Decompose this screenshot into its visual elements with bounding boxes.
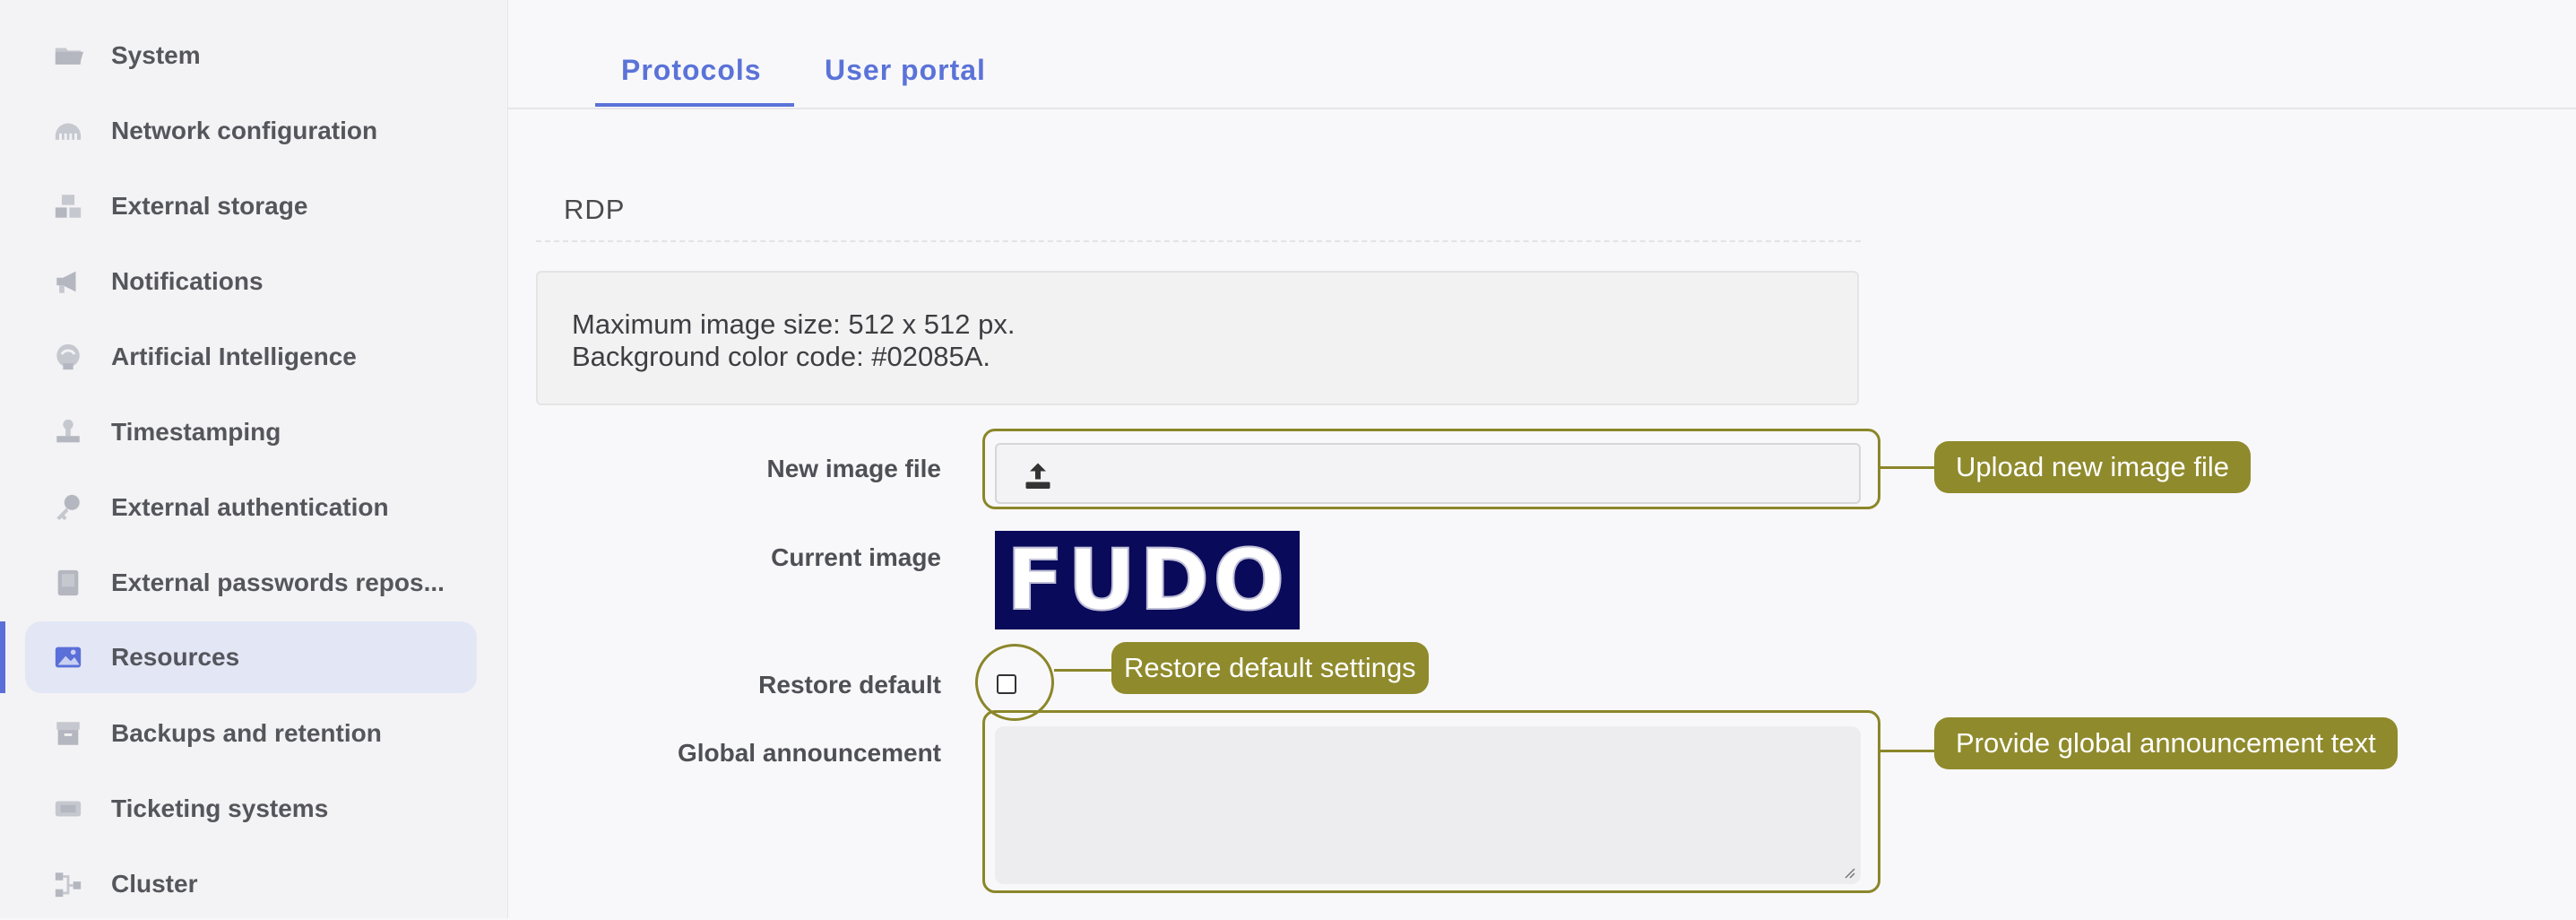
sidebar-item-label: Resources	[111, 643, 240, 671]
sidebar-item-artificial-intelligence[interactable]: Artificial Intelligence	[25, 321, 477, 393]
highlight-upload	[982, 429, 1880, 509]
sidebar-item-label: System	[111, 41, 201, 69]
section-divider	[536, 240, 1861, 242]
sidebar-item-label: Backups and retention	[111, 719, 382, 747]
sidebar-item-external-passwords[interactable]: External passwords repos...	[25, 547, 477, 619]
new-image-label: New image file	[766, 455, 941, 482]
info-line: Maximum image size: 512 x 512 px.	[572, 308, 1016, 340]
callout-restore: Restore default settings	[1111, 642, 1429, 694]
sidebar-item-timestamping[interactable]: Timestamping	[25, 396, 477, 468]
vault-icon	[52, 567, 84, 599]
active-tab-underline	[595, 103, 794, 107]
sidebar-item-label: External passwords repos...	[111, 568, 445, 596]
current-image-logo-text: FUDO	[1006, 531, 1289, 630]
connector-upload	[1880, 466, 1936, 469]
connector-announcement	[1880, 750, 1936, 752]
callout-upload: Upload new image file	[1934, 441, 2252, 493]
sidebar-item-label: External authentication	[111, 493, 389, 521]
connector-restore	[1054, 669, 1115, 672]
cluster-icon	[52, 868, 84, 900]
restore-default-label: Restore default	[758, 671, 941, 699]
sidebar-item-label: Cluster	[111, 870, 198, 898]
sidebar-item-system[interactable]: System	[25, 20, 477, 91]
folder-icon	[52, 39, 84, 72]
sidebar-item-notifications[interactable]: Notifications	[25, 246, 477, 317]
current-image-preview: FUDO	[995, 531, 1300, 630]
archive-icon	[52, 717, 84, 750]
sidebar-item-label: External storage	[111, 192, 308, 220]
current-image-label: Current image	[771, 543, 941, 571]
sidebar-item-label: Notifications	[111, 267, 264, 295]
sidebar: System Network configuration External st…	[0, 0, 508, 918]
sidebar-item-resources[interactable]: Resources	[25, 621, 477, 693]
ticket-icon	[52, 793, 84, 825]
sidebar-item-label: Network configuration	[111, 117, 378, 144]
sidebar-item-label: Artificial Intelligence	[111, 343, 357, 370]
global-announcement-label: Global announcement	[677, 739, 941, 767]
sidebar-item-ticketing[interactable]: Ticketing systems	[25, 773, 477, 845]
sidebar-item-external-authentication[interactable]: External authentication	[25, 472, 477, 543]
network-icon	[52, 115, 84, 147]
image-icon	[52, 641, 84, 673]
sidebar-item-label: Ticketing systems	[111, 794, 329, 822]
sidebar-item-backups[interactable]: Backups and retention	[25, 698, 477, 769]
sidebar-item-network-configuration[interactable]: Network configuration	[25, 95, 477, 167]
tab-user-portal[interactable]: User portal	[825, 54, 986, 87]
stamp-icon	[52, 416, 84, 448]
tab-protocols[interactable]: Protocols	[621, 54, 762, 87]
megaphone-icon	[52, 265, 84, 298]
brain-icon	[52, 341, 84, 373]
highlight-announcement	[982, 710, 1880, 893]
info-line: Background color code: #02085A.	[572, 341, 991, 372]
section-title: RDP	[564, 194, 626, 225]
active-indicator	[0, 621, 5, 693]
info-box: Maximum image size: 512 x 512 px. Backgr…	[536, 271, 1859, 405]
sidebar-item-cluster[interactable]: Cluster	[25, 848, 477, 920]
storage-icon	[52, 190, 84, 222]
sidebar-item-external-storage[interactable]: External storage	[25, 170, 477, 242]
sidebar-item-label: Timestamping	[111, 418, 281, 446]
tab-bar	[507, 0, 2576, 109]
callout-announcement: Provide global announcement text	[1934, 717, 2398, 769]
key-icon	[52, 491, 84, 524]
